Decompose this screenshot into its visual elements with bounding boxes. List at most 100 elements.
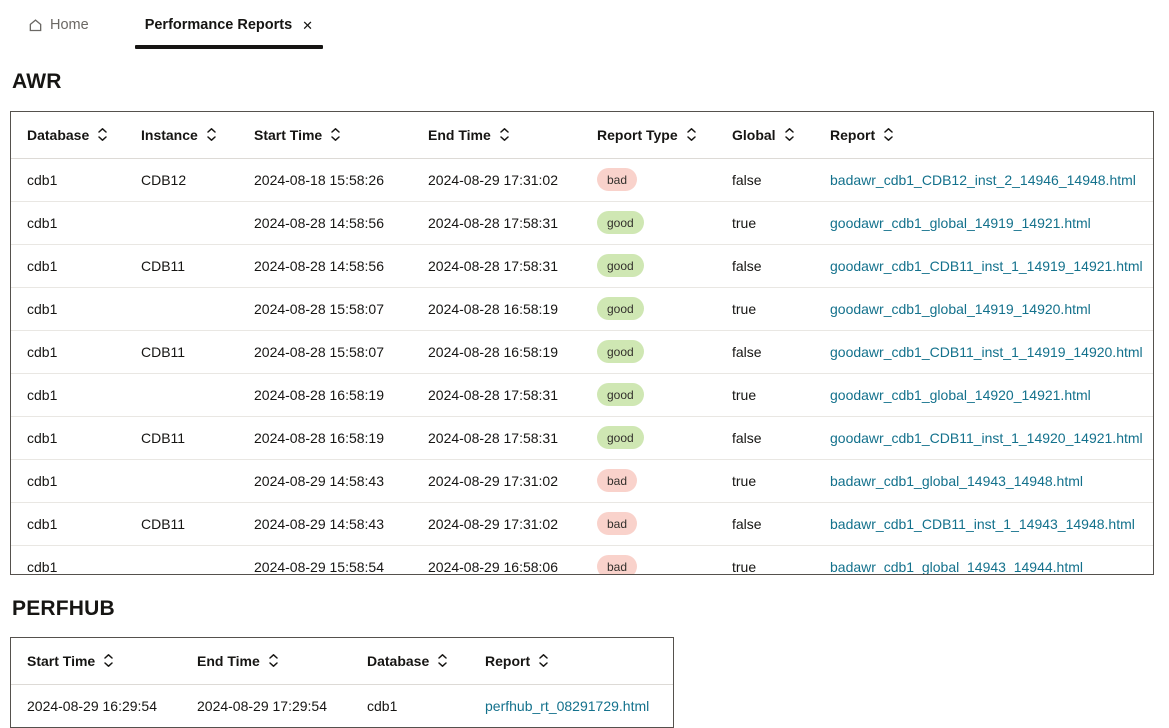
table-cell: CDB11: [125, 244, 238, 287]
status-badge: good: [597, 426, 644, 449]
table-row: cdb12024-08-28 14:58:562024-08-28 17:58:…: [11, 201, 1153, 244]
table-cell: 2024-08-29 14:58:43: [238, 459, 412, 502]
report-link[interactable]: goodawr_cdb1_global_14920_14921.html: [830, 387, 1091, 403]
sort-icon[interactable]: [330, 127, 341, 142]
sort-icon[interactable]: [784, 127, 795, 142]
sort-icon[interactable]: [686, 127, 697, 142]
awr-table-container: Database Instance Start Time End Time Report…: [10, 111, 1154, 575]
table-cell: false: [716, 416, 814, 459]
report-type-cell: good: [581, 201, 716, 244]
report-link[interactable]: badawr_cdb1_global_14943_14944.html: [830, 559, 1083, 575]
status-badge: good: [597, 211, 644, 234]
column-label: Database: [367, 653, 429, 669]
report-type-cell: bad: [581, 545, 716, 575]
tab-performance-reports[interactable]: Performance Reports ✕: [135, 14, 323, 49]
table-cell: true: [716, 545, 814, 575]
sort-icon[interactable]: [499, 127, 510, 142]
table-cell: 2024-08-29 16:58:06: [412, 545, 581, 575]
table-cell: 2024-08-28 16:58:19: [238, 373, 412, 416]
report-link[interactable]: badawr_cdb1_CDB11_inst_1_14943_14948.htm…: [830, 516, 1135, 532]
table-row: cdb12024-08-28 15:58:072024-08-28 16:58:…: [11, 287, 1153, 330]
table-cell: 2024-08-29 17:31:02: [412, 459, 581, 502]
tab-home[interactable]: Home: [28, 14, 89, 33]
report-type-cell: good: [581, 330, 716, 373]
column-header-start-time: Start Time: [11, 638, 181, 684]
column-sort-control[interactable]: Instance: [141, 127, 217, 143]
report-link[interactable]: goodawr_cdb1_global_14919_14921.html: [830, 215, 1091, 231]
active-tab-underline: [135, 45, 323, 49]
close-icon[interactable]: ✕: [302, 19, 313, 32]
table-cell: 2024-08-28 17:58:31: [412, 373, 581, 416]
table-cell: 2024-08-28 15:58:07: [238, 287, 412, 330]
column-label: Start Time: [27, 653, 95, 669]
table-cell: 2024-08-29 16:29:54: [11, 684, 181, 727]
report-link[interactable]: goodawr_cdb1_CDB11_inst_1_14920_14921.ht…: [830, 430, 1143, 446]
report-link[interactable]: perfhub_rt_08291729.html: [485, 698, 649, 714]
table-cell: false: [716, 502, 814, 545]
column-sort-control[interactable]: Database: [367, 653, 448, 669]
report-type-cell: bad: [581, 459, 716, 502]
column-sort-control[interactable]: Start Time: [27, 653, 114, 669]
sort-icon[interactable]: [538, 653, 549, 668]
table-cell: 2024-08-29 17:31:02: [412, 502, 581, 545]
report-cell: badawr_cdb1_global_14943_14944.html: [814, 545, 1153, 575]
sort-icon[interactable]: [268, 653, 279, 668]
report-cell: goodawr_cdb1_CDB11_inst_1_14919_14920.ht…: [814, 330, 1153, 373]
table-cell: 2024-08-28 17:58:31: [412, 201, 581, 244]
table-cell: [125, 373, 238, 416]
status-badge: bad: [597, 512, 637, 535]
table-cell: true: [716, 373, 814, 416]
column-sort-control[interactable]: Report: [830, 127, 894, 143]
table-cell: cdb1: [11, 545, 125, 575]
column-header-instance: Instance: [125, 112, 238, 158]
column-sort-control[interactable]: Report Type: [597, 127, 697, 143]
report-link[interactable]: goodawr_cdb1_CDB11_inst_1_14919_14920.ht…: [830, 344, 1143, 360]
report-type-cell: good: [581, 244, 716, 287]
report-cell: badawr_cdb1_CDB11_inst_1_14943_14948.htm…: [814, 502, 1153, 545]
report-link[interactable]: goodawr_cdb1_CDB11_inst_1_14919_14921.ht…: [830, 258, 1143, 274]
table-cell: 2024-08-29 14:58:43: [238, 502, 412, 545]
report-link[interactable]: badawr_cdb1_CDB12_inst_2_14946_14948.htm…: [830, 172, 1136, 188]
column-label: Start Time: [254, 127, 322, 143]
report-link[interactable]: badawr_cdb1_global_14943_14948.html: [830, 473, 1083, 489]
table-cell: 2024-08-28 16:58:19: [238, 416, 412, 459]
status-badge: bad: [597, 555, 637, 575]
sort-icon[interactable]: [97, 127, 108, 142]
sort-icon[interactable]: [206, 127, 217, 142]
report-type-cell: good: [581, 373, 716, 416]
table-cell: 2024-08-28 15:58:07: [238, 330, 412, 373]
table-cell: 2024-08-29 15:58:54: [238, 545, 412, 575]
report-type-cell: bad: [581, 502, 716, 545]
table-cell: 2024-08-28 16:58:19: [412, 287, 581, 330]
perfhub-section-heading: PERFHUB: [12, 597, 1169, 621]
column-header-database: Database: [351, 638, 469, 684]
sort-icon[interactable]: [437, 653, 448, 668]
table-cell: cdb1: [11, 416, 125, 459]
column-label: Global: [732, 127, 776, 143]
sort-icon[interactable]: [883, 127, 894, 142]
column-sort-control[interactable]: Report: [485, 653, 549, 669]
table-cell: true: [716, 287, 814, 330]
status-badge: good: [597, 254, 644, 277]
column-header-start-time: Start Time: [238, 112, 412, 158]
table-cell: cdb1: [11, 330, 125, 373]
column-sort-control[interactable]: End Time: [428, 127, 510, 143]
table-cell: [125, 287, 238, 330]
report-cell: goodawr_cdb1_global_14919_14920.html: [814, 287, 1153, 330]
table-cell: [125, 459, 238, 502]
column-header-end-time: End Time: [412, 112, 581, 158]
table-row: cdb1CDB122024-08-18 15:58:262024-08-29 1…: [11, 158, 1153, 201]
report-link[interactable]: goodawr_cdb1_global_14919_14920.html: [830, 301, 1091, 317]
column-header-report: Report: [469, 638, 673, 684]
column-label: End Time: [428, 127, 491, 143]
table-cell: false: [716, 158, 814, 201]
column-sort-control[interactable]: Global: [732, 127, 795, 143]
column-sort-control[interactable]: End Time: [197, 653, 279, 669]
table-cell: false: [716, 330, 814, 373]
table-cell: false: [716, 244, 814, 287]
table-cell: CDB11: [125, 416, 238, 459]
table-cell: cdb1: [11, 158, 125, 201]
sort-icon[interactable]: [103, 653, 114, 668]
column-sort-control[interactable]: Start Time: [254, 127, 341, 143]
column-sort-control[interactable]: Database: [27, 127, 108, 143]
